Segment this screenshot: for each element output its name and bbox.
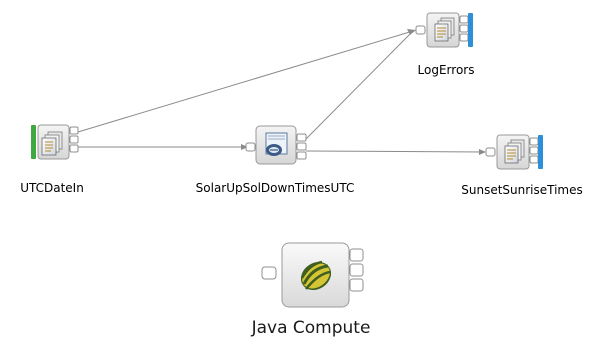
output-terminals[interactable]: [296, 133, 307, 160]
input-terminal[interactable]: [415, 25, 426, 35]
node-label-logerrors: LogErrors: [417, 63, 475, 77]
node-accent-bar: [468, 13, 473, 47]
message-flow-diagram: [31, 12, 543, 308]
mq-output-node-icon: [504, 139, 525, 164]
mq-input-node-icon: [41, 131, 63, 156]
message-flow-canvas: UTCDateIn SolarUpSolDownTimesUTC LogErro…: [0, 0, 602, 344]
java-compute-label: Java Compute: [251, 318, 371, 338]
output-terminals[interactable]: [69, 126, 79, 153]
compute-node-icon: [265, 132, 288, 156]
node-sunsetsunrisetimes[interactable]: [485, 134, 543, 170]
output-terminals[interactable]: [529, 137, 539, 164]
input-terminal[interactable]: [485, 147, 496, 157]
output-terminals[interactable]: [349, 248, 364, 292]
node-label-sunsetsunrisetimes: SunsetSunriseTimes: [461, 183, 583, 197]
node-utcdatein[interactable]: [31, 124, 79, 160]
node-accent-bar: [538, 135, 543, 169]
mq-output-node-icon: [434, 17, 455, 42]
node-solarupsoldowntimesutc[interactable]: [245, 125, 307, 165]
input-terminal[interactable]: [261, 266, 277, 280]
output-terminals[interactable]: [459, 15, 469, 42]
node-label-solarupsoldowntimesutc: SolarUpSolDownTimesUTC: [195, 181, 355, 195]
java-compute-legend[interactable]: [261, 242, 364, 308]
connection-solar-to-sunset[interactable]: [305, 150, 484, 153]
node-label-utcdatein: UTCDateIn: [20, 181, 84, 195]
node-logerrors[interactable]: [415, 12, 473, 48]
input-terminal[interactable]: [245, 142, 256, 152]
node-accent-bar: [31, 125, 36, 159]
arrowhead-sunset: [479, 149, 486, 155]
